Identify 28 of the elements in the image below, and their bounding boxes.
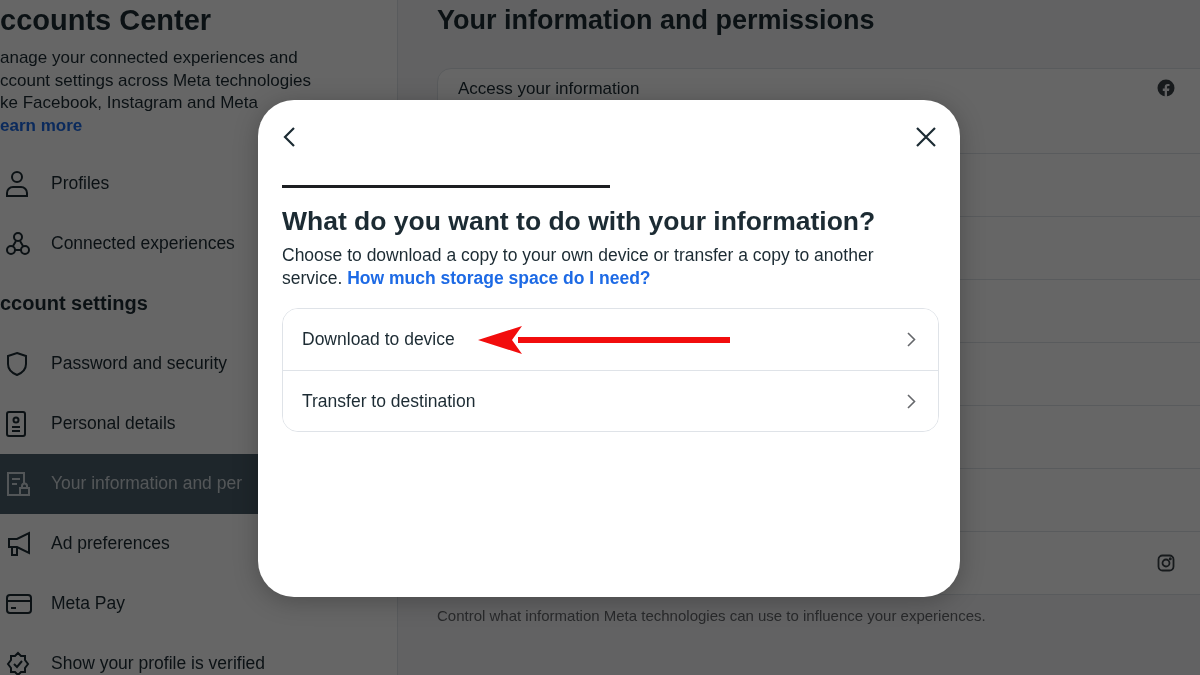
option-item[interactable]: Transfer to destination bbox=[283, 370, 938, 431]
app-title: ccounts Center bbox=[0, 3, 213, 38]
description: anage your connected experiences and ccount settings across Meta technologies ke Facebook, Instagram and Meta bbox=[0, 47, 312, 114]
close-button[interactable] bbox=[915, 126, 937, 148]
facebook-icon bbox=[1157, 79, 1175, 97]
learn-more-link[interactable]: earn more bbox=[0, 114, 83, 137]
section-heading: ccount settings bbox=[0, 291, 148, 316]
id-card-icon bbox=[5, 409, 27, 438]
storage-link[interactable]: How much storage space do I need? bbox=[347, 268, 651, 288]
nodes-icon bbox=[5, 230, 31, 257]
footer-text: Control what information Meta technologies can use to influence your experiences. bbox=[437, 607, 987, 624]
person-icon bbox=[5, 169, 29, 198]
instagram-icon bbox=[1157, 554, 1175, 572]
document-lock-icon bbox=[5, 470, 31, 497]
verified-badge-icon bbox=[5, 650, 31, 675]
settings-item[interactable]: Access your information bbox=[458, 79, 640, 99]
chevron-right-icon bbox=[907, 332, 916, 347]
dialog-heading: What do you want to do with your information? bbox=[282, 205, 877, 238]
megaphone-icon bbox=[5, 530, 33, 557]
page-title: Your information and permissions bbox=[437, 4, 876, 37]
back-icon bbox=[282, 126, 296, 148]
back-button[interactable] bbox=[282, 126, 296, 148]
close-icon bbox=[915, 126, 937, 148]
dialog-description: Choose to download a copy to your own device or transfer a copy to another service. How much storage space do I need? bbox=[282, 244, 875, 290]
shield-icon bbox=[5, 350, 29, 377]
chevron-right-icon bbox=[907, 393, 916, 409]
sidebar-item[interactable]: Show your profile is verified bbox=[0, 633, 397, 675]
credit-card-icon bbox=[5, 592, 33, 615]
